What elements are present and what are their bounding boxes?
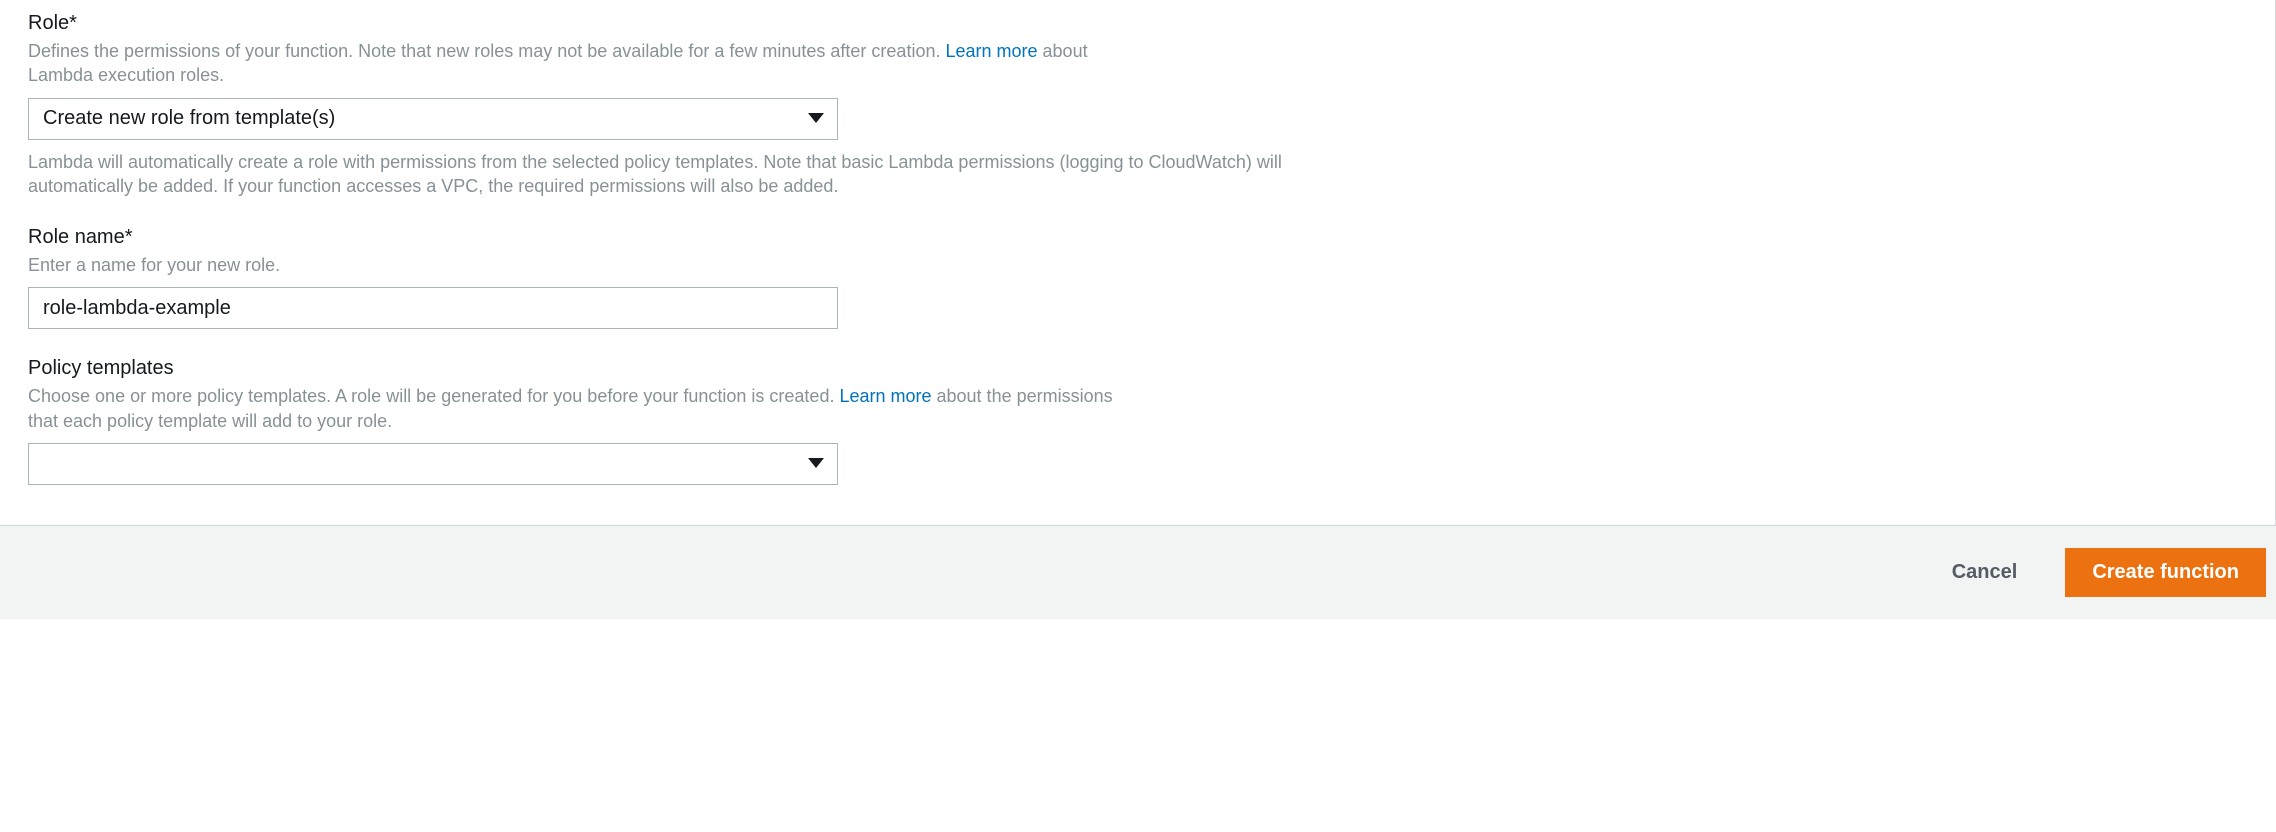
role-name-field-group: Role name* Enter a name for your new rol…	[28, 226, 2247, 329]
role-help-text: Lambda will automatically create a role …	[28, 150, 1288, 199]
policy-templates-field-group: Policy templates Choose one or more poli…	[28, 357, 2247, 485]
create-function-button[interactable]: Create function	[2065, 548, 2266, 597]
footer-bar: Cancel Create function	[0, 525, 2276, 619]
role-name-description: Enter a name for your new role.	[28, 253, 1128, 277]
role-label: Role*	[28, 12, 2247, 35]
policy-templates-select-wrap	[28, 443, 838, 485]
role-select-value: Create new role from template(s)	[43, 107, 335, 130]
cancel-button[interactable]: Cancel	[1946, 551, 2024, 594]
role-name-label: Role name*	[28, 226, 2247, 249]
role-select-wrap: Create new role from template(s)	[28, 98, 838, 140]
form-panel: Role* Defines the permissions of your fu…	[0, 0, 2276, 525]
policy-templates-label: Policy templates	[28, 357, 2247, 380]
role-description: Defines the permissions of your function…	[28, 39, 1128, 88]
policy-templates-select[interactable]	[28, 443, 838, 485]
policy-templates-desc-before: Choose one or more policy templates. A r…	[28, 386, 839, 406]
role-desc-before: Defines the permissions of your function…	[28, 41, 945, 61]
role-name-input[interactable]	[28, 287, 838, 329]
policy-templates-learn-more-link[interactable]: Learn more	[839, 386, 931, 406]
policy-templates-description: Choose one or more policy templates. A r…	[28, 384, 1128, 433]
role-field-group: Role* Defines the permissions of your fu…	[28, 12, 2247, 198]
role-learn-more-link[interactable]: Learn more	[945, 41, 1037, 61]
role-select[interactable]: Create new role from template(s)	[28, 98, 838, 140]
